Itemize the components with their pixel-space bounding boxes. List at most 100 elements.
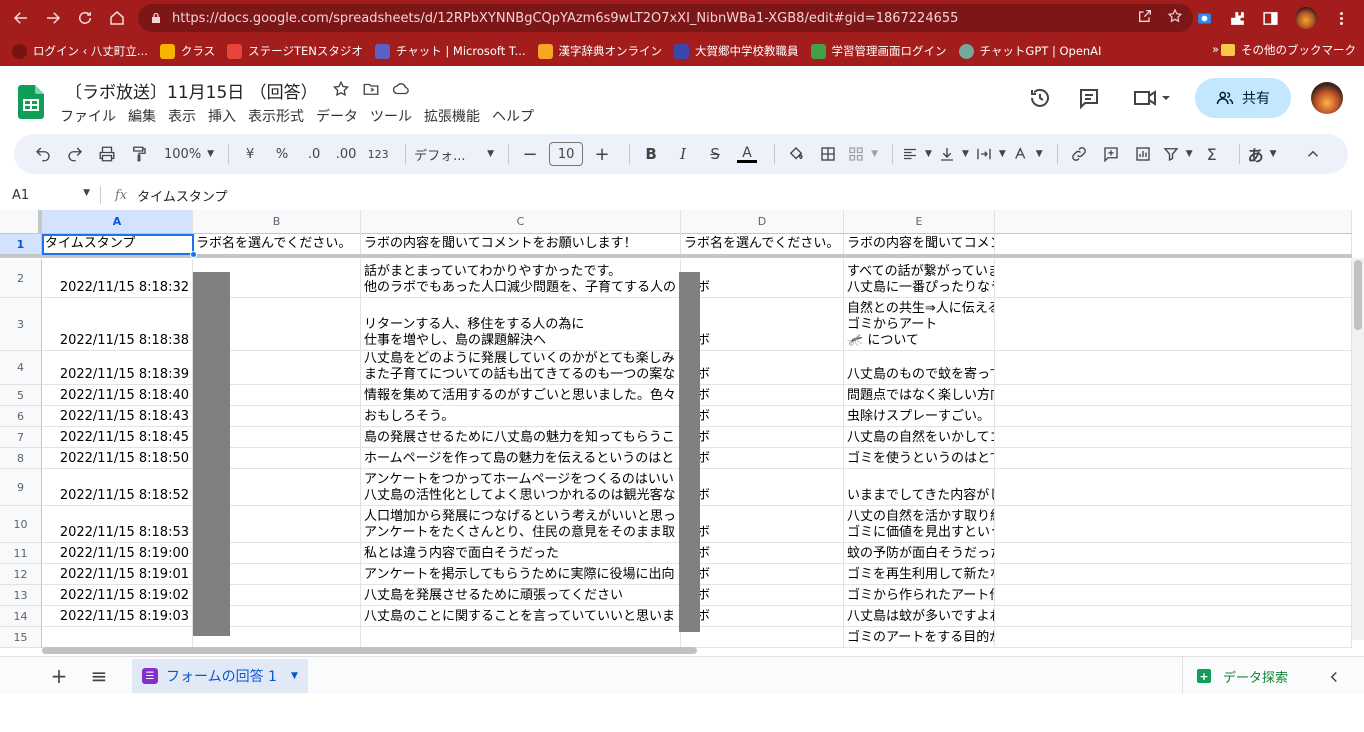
header-cell[interactable]: ラボの内容を聞いてコメントをお願いします！: [844, 234, 995, 255]
insert-comment-button[interactable]: [1098, 140, 1124, 168]
table-cell[interactable]: 2022/11/15 8:18:32: [42, 259, 193, 298]
bookmark-item[interactable]: 大賀郷中学校教職員: [674, 43, 799, 59]
table-cell[interactable]: ラボ: [681, 543, 844, 564]
menu-file[interactable]: ファイル: [60, 106, 116, 126]
table-cell[interactable]: ラボ: [681, 406, 844, 427]
row-header[interactable]: 13: [0, 585, 42, 606]
table-cell[interactable]: [995, 351, 1352, 385]
table-cell[interactable]: [995, 448, 1352, 469]
vertical-align-button[interactable]: ▼: [938, 140, 969, 168]
row-header[interactable]: 7: [0, 427, 42, 448]
other-bookmarks[interactable]: その他のブックマーク: [1221, 42, 1356, 58]
table-cell[interactable]: 情報を集めて活用するのがすごいと思いました。色々: [361, 385, 681, 406]
side-panel-toggle[interactable]: [1322, 665, 1346, 689]
table-cell[interactable]: 2022/11/15 8:18:43: [42, 406, 193, 427]
table-cell[interactable]: 2022/11/15 8:19:01: [42, 564, 193, 585]
zoom-select[interactable]: 100% ▼: [164, 140, 214, 168]
name-box[interactable]: A1 ▼: [0, 188, 100, 203]
select-all-corner[interactable]: [0, 210, 42, 234]
table-cell[interactable]: [995, 469, 1352, 506]
row-header[interactable]: 12: [0, 564, 42, 585]
table-cell[interactable]: ラボ: [681, 351, 844, 385]
table-cell[interactable]: アンケートを掲示してもらうために実際に役場に出向: [361, 564, 681, 585]
hide-menus-button[interactable]: [1300, 140, 1326, 168]
filter-button[interactable]: ▼: [1162, 140, 1193, 168]
table-cell[interactable]: [995, 298, 1352, 351]
frozen-row-divider[interactable]: [0, 254, 1352, 258]
menu-edit[interactable]: 編集: [128, 106, 156, 126]
home-button[interactable]: [106, 7, 128, 29]
table-cell[interactable]: 2022/11/15 8:18:38: [42, 298, 193, 351]
bookmark-item[interactable]: ステージTENスタジオ: [227, 43, 363, 59]
comments-button[interactable]: [1077, 86, 1101, 110]
table-cell[interactable]: ゴミを再生利用して新たな作品を作ろうという取り組みが画期的でいいと思った。: [844, 564, 995, 585]
share-page-icon[interactable]: [1137, 8, 1153, 24]
column-header-empty[interactable]: [995, 210, 1352, 234]
table-cell[interactable]: [995, 234, 1352, 255]
bookmark-item[interactable]: クラス: [159, 43, 215, 59]
table-cell[interactable]: ラボ: [681, 506, 844, 543]
table-cell[interactable]: [995, 585, 1352, 606]
table-cell[interactable]: [995, 406, 1352, 427]
table-cell[interactable]: 八丈島は蚊が多いですよね～助かります。: [844, 606, 995, 627]
horizontal-align-button[interactable]: ▼: [901, 140, 932, 168]
print-button[interactable]: [94, 140, 120, 168]
table-cell[interactable]: ラボ: [681, 585, 844, 606]
input-tools-button[interactable]: あ ▼: [1248, 140, 1277, 168]
table-cell[interactable]: [995, 606, 1352, 627]
table-cell[interactable]: 八丈島の自然をいかしてゴミからアート作品などをやると環境にも島の人にもいいこ: [844, 427, 995, 448]
table-cell[interactable]: 八丈島をどのように発展していくのかがとても楽しみ また子育てについての話も出てき…: [361, 351, 681, 385]
table-cell[interactable]: 虫除けスプレーすごい。: [844, 406, 995, 427]
bookmark-item[interactable]: 漢字辞典オンライン: [537, 43, 662, 59]
fill-handle[interactable]: [190, 251, 197, 258]
text-rotation-button[interactable]: ▼: [1012, 140, 1043, 168]
header-cell[interactable]: ラボ名を選んでください。: [193, 234, 361, 255]
merge-cells-button[interactable]: ▼: [847, 140, 878, 168]
bookmark-item[interactable]: ログイン ‹ 八丈町立...: [12, 43, 148, 59]
table-cell[interactable]: 2022/11/15 8:18:53: [42, 506, 193, 543]
screenshot-extension-icon[interactable]: [1196, 10, 1213, 27]
table-cell[interactable]: リターンする人、移住をする人の為に 仕事を増やし、島の課題解決へ: [361, 298, 681, 351]
table-cell[interactable]: [995, 427, 1352, 448]
profile-avatar[interactable]: [1295, 7, 1317, 29]
table-cell[interactable]: アンケートをつかってホームページをつくるのはいい 八丈島の活性化としてよく思いつ…: [361, 469, 681, 506]
increase-font-size-button[interactable]: +: [589, 140, 615, 168]
table-cell[interactable]: ラボ: [681, 606, 844, 627]
bookmark-star-icon[interactable]: [1167, 8, 1183, 24]
scrollbar-thumb[interactable]: [42, 647, 697, 654]
table-cell[interactable]: 2022/11/15 8:19:02: [42, 585, 193, 606]
increase-decimal-button[interactable]: .00: [333, 140, 359, 168]
decrease-decimal-button[interactable]: .0: [301, 140, 327, 168]
row-header[interactable]: 9: [0, 469, 42, 506]
table-cell[interactable]: 2022/11/15 8:18:40: [42, 385, 193, 406]
bookmarks-overflow-button[interactable]: »: [1212, 42, 1219, 56]
table-cell[interactable]: ラボ: [681, 427, 844, 448]
sheet-tab-form-responses[interactable]: ☰ フォームの回答 1 ▼: [132, 659, 308, 693]
table-cell[interactable]: 八丈島のことに関することを言っていていいと思いま: [361, 606, 681, 627]
table-cell[interactable]: 2022/11/15 8:18:50: [42, 448, 193, 469]
decrease-font-size-button[interactable]: −: [517, 140, 543, 168]
scrollbar-thumb[interactable]: [1354, 260, 1362, 330]
explore-button[interactable]: + データ探索: [1182, 657, 1312, 695]
table-cell[interactable]: ラボ: [681, 259, 844, 298]
column-header-c[interactable]: C: [361, 210, 681, 234]
row-header[interactable]: 4: [0, 351, 42, 385]
insert-chart-button[interactable]: [1130, 140, 1156, 168]
reload-button[interactable]: [74, 7, 96, 29]
table-cell[interactable]: ホームページを作って島の魅力を伝えるというのはと: [361, 448, 681, 469]
sheets-logo-icon[interactable]: [18, 85, 44, 119]
italic-button[interactable]: I: [670, 140, 696, 168]
table-cell[interactable]: すべての話が繋がっていました。 八丈島に一番ぴったりなラボだな～と思いました。: [844, 259, 995, 298]
column-header-a[interactable]: A: [42, 210, 193, 234]
menu-data[interactable]: データ: [316, 106, 358, 126]
table-cell[interactable]: ラボ: [681, 385, 844, 406]
table-cell[interactable]: 2022/11/15 8:19:00: [42, 543, 193, 564]
table-cell[interactable]: [995, 385, 1352, 406]
table-cell[interactable]: 2022/11/15 8:19:03: [42, 606, 193, 627]
table-cell[interactable]: 2022/11/15 8:18:39: [42, 351, 193, 385]
table-cell[interactable]: 問題点ではなく楽しい方向に持っていっているのが良いと思いました。自然を情報な: [844, 385, 995, 406]
table-cell[interactable]: ラボ: [681, 298, 844, 351]
table-cell[interactable]: 話がまとまっていてわかりやすかったです。 他のラボでもあった人口減少問題を、子育…: [361, 259, 681, 298]
menu-view[interactable]: 表示: [168, 106, 196, 126]
account-avatar[interactable]: [1311, 82, 1343, 114]
